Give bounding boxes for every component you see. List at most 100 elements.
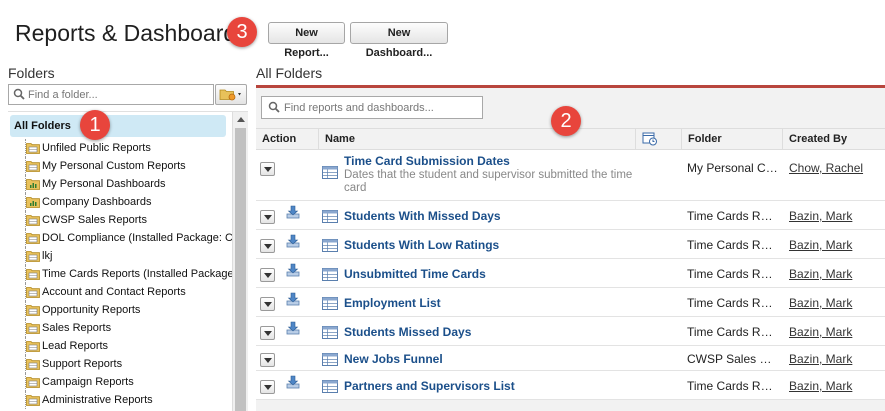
folder-label: Support Reports (42, 358, 123, 370)
download-icon[interactable] (286, 234, 300, 251)
schedule-clock-icon (642, 132, 657, 146)
report-folder-cell: Time Cards Reports (Installed Package) (687, 267, 779, 281)
report-name-link[interactable]: Students Missed Days (344, 325, 471, 339)
column-header-folder[interactable]: Folder (681, 129, 782, 150)
created-by-link[interactable]: Bazin, Mark (789, 238, 852, 252)
dashboard-folder-icon (26, 178, 40, 193)
row-action-dropdown-button[interactable] (260, 380, 275, 394)
column-header-created-by[interactable]: Created By (782, 129, 885, 150)
row-action-dropdown-button[interactable] (260, 239, 275, 253)
folder-item[interactable]: Opportunity Reports (8, 301, 232, 319)
folder-label: Account and Contact Reports (42, 286, 186, 298)
folder-label: Lead Reports (42, 340, 109, 352)
column-header-name[interactable]: Name (318, 129, 635, 150)
scroll-up-arrow-icon[interactable] (237, 117, 245, 122)
folder-label: DOL Compliance (Installed Package: C (42, 232, 232, 244)
folder-item[interactable]: Unfiled Public Reports (8, 139, 232, 157)
page-title: Reports & Dashboards (15, 20, 240, 46)
report-search-box[interactable] (261, 96, 483, 119)
created-by-link[interactable]: Bazin, Mark (789, 209, 852, 223)
report-folder-icon (26, 376, 40, 391)
report-icon (322, 268, 338, 284)
folder-item[interactable]: My Personal Dashboards (8, 175, 232, 193)
created-by-link[interactable]: Bazin, Mark (789, 379, 852, 393)
folder-list: Unfiled Public Reports My Personal Custom… (8, 139, 232, 409)
report-name-link[interactable]: Students With Missed Days (344, 209, 501, 223)
folder-item[interactable]: Support Reports (8, 355, 232, 373)
folder-item[interactable]: lkj (8, 247, 232, 265)
report-folder-icon (26, 268, 40, 283)
report-folder-icon (26, 232, 40, 247)
download-icon[interactable] (286, 375, 300, 392)
download-icon[interactable] (286, 321, 300, 338)
row-action-dropdown-button[interactable] (260, 162, 275, 176)
scrollbar-thumb[interactable] (235, 128, 246, 411)
created-by-link[interactable]: Bazin, Mark (789, 296, 852, 310)
table-row: Partners and Supervisors List Time Cards … (256, 371, 885, 400)
report-name-link[interactable]: Students With Low Ratings (344, 238, 499, 252)
report-folder-icon (26, 304, 40, 319)
row-action-dropdown-button[interactable] (260, 297, 275, 311)
report-folder-icon (26, 394, 40, 409)
table-row: Time Card Submission Dates Dates that the… (256, 150, 885, 201)
folder-search-box[interactable] (8, 84, 214, 105)
report-icon (322, 326, 338, 342)
report-icon (322, 380, 338, 396)
folder-label: Company Dashboards (42, 196, 152, 208)
created-by-link[interactable]: Chow, Rachel (789, 161, 863, 175)
folder-item[interactable]: Campaign Reports (8, 373, 232, 391)
folder-label: lkj (42, 250, 53, 262)
report-folder-icon (26, 322, 40, 337)
report-folder-icon (26, 286, 40, 301)
folder-item[interactable]: CWSP Sales Reports (8, 211, 232, 229)
folder-item[interactable]: My Personal Custom Reports (8, 157, 232, 175)
folder-item[interactable]: Time Cards Reports (Installed Package (8, 265, 232, 283)
new-dashboard-button[interactable]: New Dashboard... (350, 22, 448, 59)
all-folders-item[interactable]: All Folders (10, 115, 226, 137)
created-by-link[interactable]: Bazin, Mark (789, 352, 852, 366)
folder-item[interactable]: Sales Reports (8, 319, 232, 337)
folder-item[interactable]: Administrative Reports (8, 391, 232, 409)
report-icon (322, 239, 338, 255)
new-folder-menu-button[interactable] (215, 84, 247, 105)
folder-item[interactable]: Company Dashboards (8, 193, 232, 211)
table-row: Unsubmitted Time Cards Time Cards Reports… (256, 259, 885, 288)
report-icon (322, 297, 338, 313)
created-by-link[interactable]: Bazin, Mark (789, 267, 852, 281)
column-header-schedule[interactable] (635, 129, 681, 150)
row-action-dropdown-button[interactable] (260, 353, 275, 367)
folder-search-input[interactable] (28, 86, 208, 103)
download-icon[interactable] (286, 205, 300, 222)
folder-label: Time Cards Reports (Installed Package (42, 268, 232, 280)
created-by-link[interactable]: Bazin, Mark (789, 325, 852, 339)
dashboard-folder-icon (26, 196, 40, 211)
report-name-link[interactable]: Unsubmitted Time Cards (344, 267, 486, 281)
report-folder-icon (26, 214, 40, 229)
download-icon[interactable] (286, 263, 300, 280)
report-folder-cell: My Personal Custom Reports (687, 161, 779, 175)
report-folder-cell: CWSP Sales Reports (687, 352, 779, 366)
folder-item[interactable]: DOL Compliance (Installed Package: C (8, 229, 232, 247)
report-name-link[interactable]: Employment List (344, 296, 441, 310)
folder-tree: All Folders Unfiled Public Reports My Per… (8, 111, 248, 411)
new-report-button[interactable]: New Report... (268, 22, 345, 59)
row-action-dropdown-button[interactable] (260, 326, 275, 340)
report-search-input[interactable] (284, 99, 479, 116)
folder-item[interactable]: Account and Contact Reports (8, 283, 232, 301)
report-folder-icon (26, 358, 40, 373)
folder-label: Unfiled Public Reports (42, 142, 151, 154)
report-name-link[interactable]: Partners and Supervisors List (344, 379, 515, 393)
download-icon[interactable] (286, 292, 300, 309)
report-name-link[interactable]: New Jobs Funnel (344, 352, 443, 366)
report-icon (322, 210, 338, 226)
folder-scrollbar[interactable] (232, 112, 248, 411)
folder-label: Opportunity Reports (42, 304, 141, 316)
row-action-dropdown-button[interactable] (260, 210, 275, 224)
report-folder-cell: Time Cards Reports (Installed Package) (687, 238, 779, 252)
row-action-dropdown-button[interactable] (260, 268, 275, 282)
folder-item[interactable]: Lead Reports (8, 337, 232, 355)
report-name-link[interactable]: Time Card Submission Dates (344, 154, 510, 168)
report-folder-cell: Time Cards Reports (Installed Package) (687, 296, 779, 310)
folder-label: My Personal Dashboards (42, 178, 166, 190)
table-row: Students Missed Days Time Cards Reports (… (256, 317, 885, 346)
